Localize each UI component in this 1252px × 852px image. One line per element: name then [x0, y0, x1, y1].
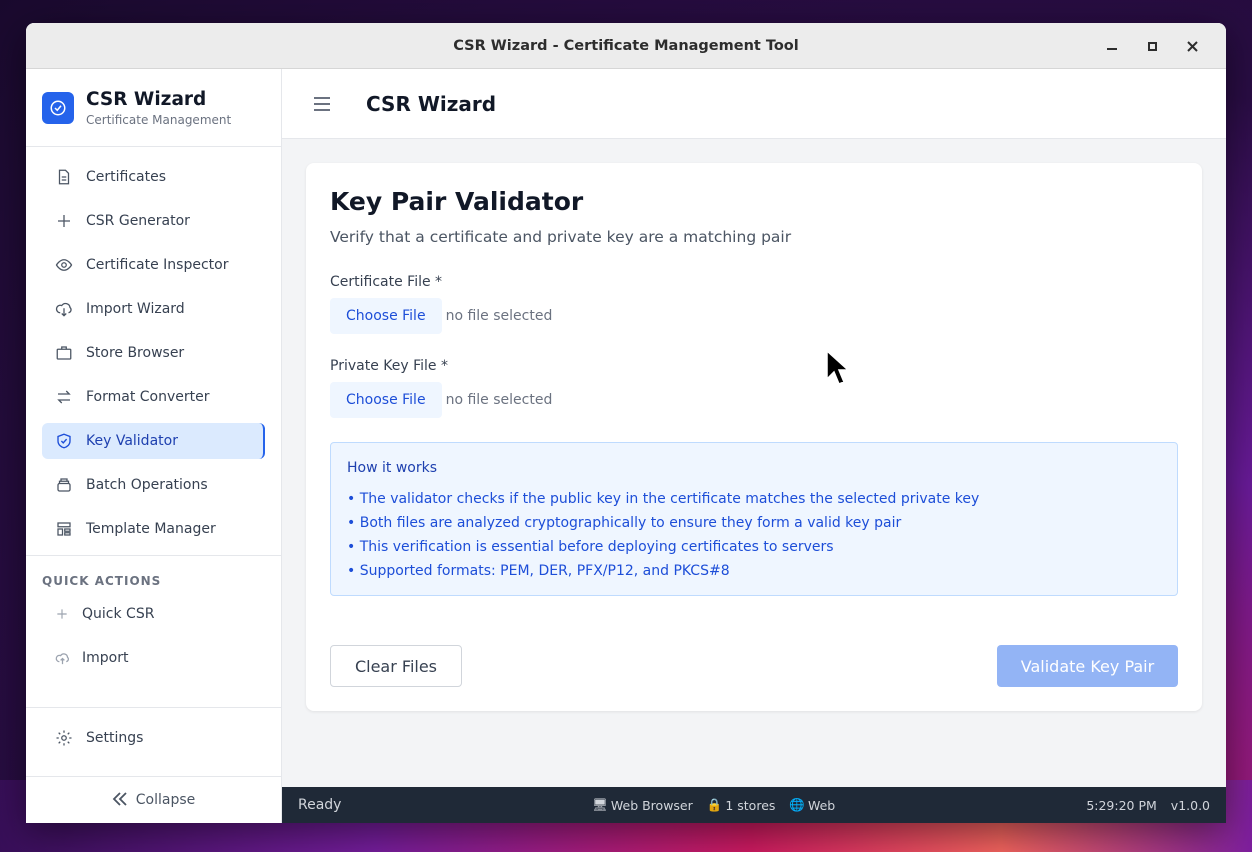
- sidebar-item-batch-operations[interactable]: Batch Operations: [42, 467, 265, 503]
- main-area: CSR Wizard Key Pair Validator Verify tha…: [282, 69, 1226, 823]
- sidebar-item-csr-generator[interactable]: CSR Generator: [42, 203, 265, 239]
- certificate-file-status: no file selected: [445, 308, 553, 324]
- settings-label: Settings: [86, 730, 144, 746]
- sidebar-nav: Certificates CSR Generator Certificate I…: [26, 147, 281, 547]
- brand-title: CSR Wizard: [86, 88, 207, 110]
- status-stores: 1 stores: [725, 797, 776, 813]
- quick-import-label: Import: [82, 650, 129, 666]
- status-text: Ready: [298, 797, 342, 813]
- gear-icon: [54, 728, 74, 748]
- sidebar-item-label: Format Converter: [86, 389, 210, 405]
- brand: CSR Wizard Certificate Management: [26, 69, 281, 147]
- sidebar-item-label: Import Wizard: [86, 301, 185, 317]
- card-title: Key Pair Validator: [330, 187, 584, 216]
- top-bar: CSR Wizard: [282, 69, 1226, 139]
- window-title: CSR Wizard - Certificate Management Tool: [453, 37, 799, 54]
- info-item: • This verification is essential before …: [347, 539, 834, 555]
- status-bar: Ready 🖥 Web Browser 🔒 1 stores 🌐 Web 5:29:2…: [282, 787, 1226, 823]
- sidebar-item-import-wizard[interactable]: Import Wizard: [42, 291, 265, 327]
- info-item: • The validator checks if the public key…: [347, 491, 980, 507]
- minimize-icon: [1107, 48, 1117, 50]
- cloud-download-icon: [54, 299, 74, 319]
- arrows-swap-icon: [54, 387, 74, 407]
- sidebar-item-label: Store Browser: [86, 345, 185, 361]
- private-key-file-input: Choose File no file selected: [330, 382, 1178, 418]
- sidebar-item-label: Template Manager: [86, 521, 216, 537]
- stack-icon: [54, 475, 74, 495]
- info-item: • Both files are analyzed cryptographica…: [347, 515, 902, 531]
- validator-card: Key Pair Validator Verify that a certifi…: [306, 163, 1202, 711]
- status-version: v1.0.0: [1170, 797, 1210, 813]
- sidebar-item-key-validator[interactable]: Key Validator: [42, 423, 265, 459]
- sidebar-item-certificates[interactable]: Certificates: [42, 159, 265, 195]
- quick-actions-heading: QUICK ACTIONS: [42, 574, 162, 588]
- brand-subtitle: Certificate Management: [86, 112, 232, 127]
- private-key-file-status: no file selected: [445, 392, 553, 408]
- minimize-button[interactable]: [1092, 23, 1132, 69]
- plus-icon: [54, 607, 70, 621]
- status-platform: Web: [807, 797, 836, 813]
- collapse-label: Collapse: [135, 792, 196, 808]
- maximize-icon: [1147, 41, 1157, 51]
- settings-section: Settings: [26, 707, 281, 756]
- info-item: • Supported formats: PEM, DER, PFX/P12, …: [347, 563, 730, 579]
- status-time: 5:29:20 PM: [1086, 797, 1157, 813]
- shield-check-icon: [54, 431, 74, 451]
- info-title: How it works: [347, 460, 437, 476]
- card-actions: Clear Files Validate Key Pair: [330, 645, 1178, 687]
- clear-files-button[interactable]: Clear Files: [330, 645, 462, 687]
- eye-icon: [54, 255, 74, 275]
- monitor-icon: 🖥: [592, 797, 608, 812]
- app-window: CSR Wizard - Certificate Management Tool…: [26, 23, 1226, 823]
- template-icon: [54, 519, 74, 539]
- plus-icon: [54, 211, 74, 231]
- cloud-upload-icon: [54, 651, 70, 666]
- close-icon: [1186, 40, 1198, 52]
- title-bar: CSR Wizard - Certificate Management Tool: [26, 23, 1226, 69]
- status-info: 🖥 Web Browser 🔒 1 stores 🌐 Web: [592, 797, 835, 813]
- status-right: 5:29:20 PM v1.0.0: [1086, 798, 1210, 813]
- certificate-file-input: Choose File no file selected: [330, 298, 1178, 334]
- sidebar-item-label: CSR Generator: [86, 213, 190, 229]
- sidebar-item-label: Key Validator: [86, 433, 178, 449]
- sidebar-item-certificate-inspector[interactable]: Certificate Inspector: [42, 247, 265, 283]
- maximize-button[interactable]: [1132, 23, 1172, 69]
- collapse-button[interactable]: Collapse: [26, 776, 281, 823]
- sidebar-item-label: Batch Operations: [86, 477, 208, 493]
- page-title: CSR Wizard: [366, 91, 497, 116]
- window-controls: [1092, 23, 1212, 69]
- briefcase-icon: [54, 343, 74, 363]
- document-icon: [54, 167, 74, 187]
- certificate-choose-file-button[interactable]: Choose File: [330, 298, 442, 334]
- how-it-works-box: How it works • The validator checks if t…: [330, 442, 1178, 596]
- quick-import-button[interactable]: Import: [42, 640, 265, 676]
- shield-logo-icon: [42, 91, 74, 124]
- quick-csr-label: Quick CSR: [82, 606, 155, 622]
- status-browser: Web Browser: [610, 797, 693, 813]
- chevrons-left-icon: [112, 791, 128, 810]
- validate-key-pair-button[interactable]: Validate Key Pair: [997, 645, 1178, 687]
- globe-icon: 🌐: [789, 797, 805, 812]
- certificate-file-label: Certificate File *: [330, 274, 443, 290]
- hamburger-menu-icon[interactable]: [314, 94, 334, 114]
- mouse-cursor-icon: [826, 350, 848, 385]
- quick-csr-button[interactable]: Quick CSR: [42, 596, 265, 632]
- sidebar: CSR Wizard Certificate Management Certif…: [26, 69, 282, 823]
- sidebar-item-label: Certificate Inspector: [86, 257, 229, 273]
- lock-icon: 🔒: [706, 797, 723, 812]
- private-key-file-label: Private Key File *: [330, 358, 448, 374]
- sidebar-item-store-browser[interactable]: Store Browser: [42, 335, 265, 371]
- sidebar-item-settings[interactable]: Settings: [42, 720, 265, 756]
- close-button[interactable]: [1172, 23, 1212, 69]
- sidebar-item-format-converter[interactable]: Format Converter: [42, 379, 265, 415]
- sidebar-item-template-manager[interactable]: Template Manager: [42, 511, 265, 547]
- card-subtitle: Verify that a certificate and private ke…: [330, 228, 792, 246]
- sidebar-item-label: Certificates: [86, 169, 167, 185]
- private-key-choose-file-button[interactable]: Choose File: [330, 382, 442, 418]
